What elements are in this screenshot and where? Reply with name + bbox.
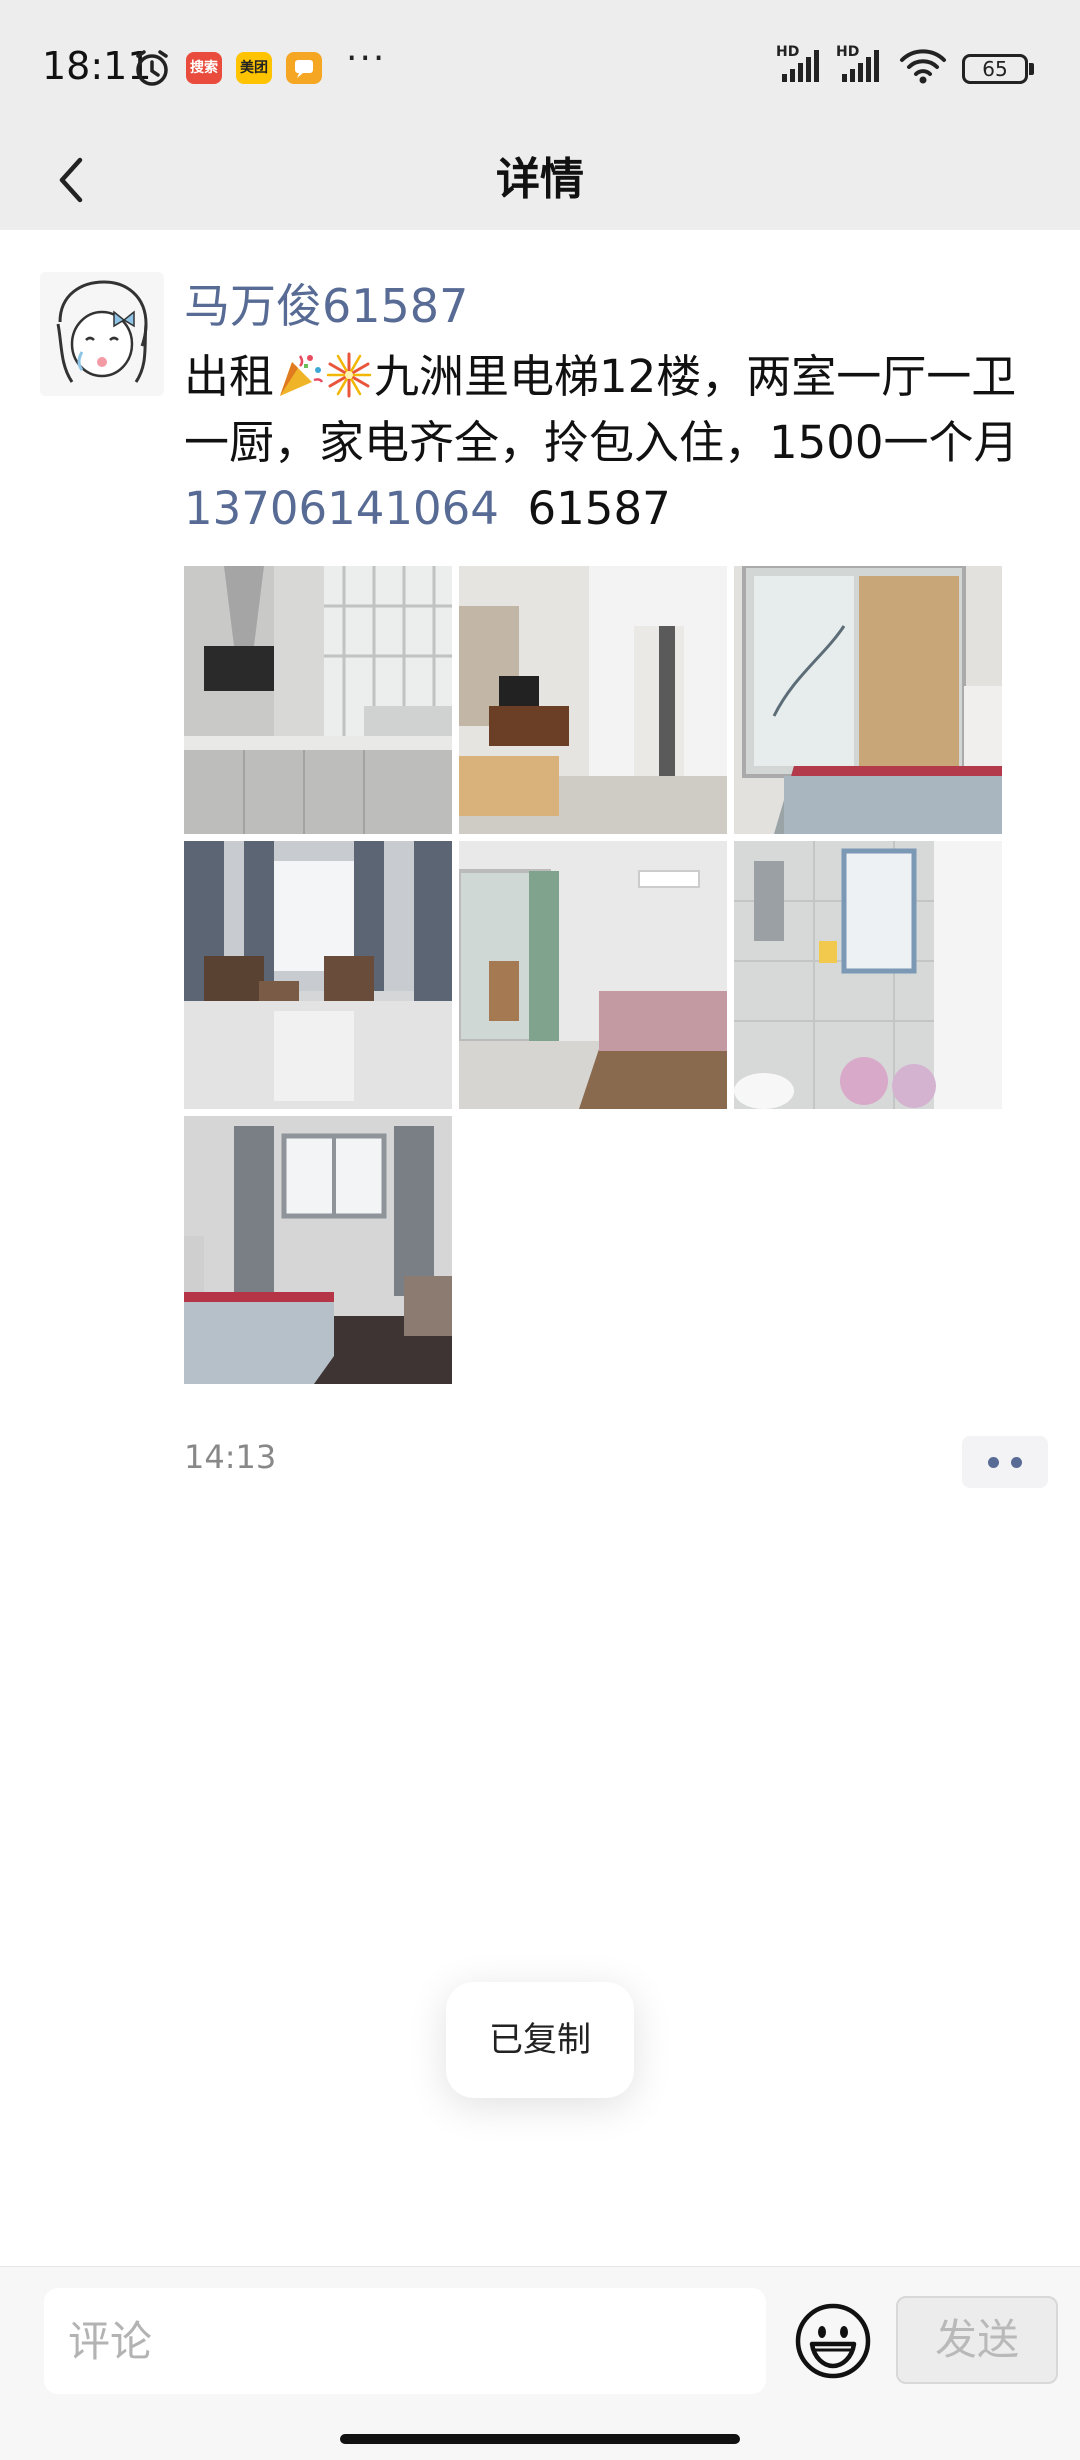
post-text: 出租 九洲里电梯12楼，两室一厅一卫一厨，家电齐全，拎包入住，1500一个月 1… — [184, 344, 1050, 542]
photo-kitchen[interactable] — [184, 566, 452, 834]
emoji-button[interactable] — [794, 2302, 872, 2380]
post-phone-link[interactable]: 13706141064 — [184, 482, 499, 535]
more-options-button[interactable] — [962, 1436, 1048, 1488]
avatar[interactable] — [40, 272, 164, 396]
photo-bedroom-balcony[interactable] — [459, 841, 727, 1109]
wifi-icon — [898, 46, 948, 90]
more-notifications-icon: ··· — [346, 38, 387, 79]
post-time: 14:13 — [184, 1438, 277, 1476]
photo-wardrobe-bed[interactable] — [734, 566, 1002, 834]
back-arrow-icon — [59, 157, 83, 203]
home-indicator[interactable] — [340, 2434, 740, 2444]
fireworks-icon — [324, 350, 374, 400]
party-popper-icon — [274, 350, 324, 400]
battery-tip — [1029, 63, 1034, 75]
signal-icon-2 — [840, 46, 888, 90]
photo-bedroom-window[interactable] — [184, 1116, 452, 1384]
photo-bathroom[interactable] — [734, 841, 1002, 1109]
post-author-name[interactable]: 马万俊61587 — [184, 270, 468, 336]
photo-bedroom-tv[interactable] — [459, 566, 727, 834]
post-code: 61587 — [527, 482, 671, 535]
copied-toast: 已复制 — [446, 1982, 634, 2098]
signal-icon-1 — [780, 46, 828, 90]
comment-input[interactable] — [44, 2288, 766, 2394]
send-button[interactable]: 发送 — [896, 2296, 1058, 2384]
back-button[interactable] — [30, 130, 110, 230]
alarm-icon — [132, 48, 172, 92]
more-dot-icon — [988, 1456, 999, 1468]
smiley-icon — [795, 2303, 871, 2379]
more-dot-icon — [1011, 1456, 1022, 1468]
status-bar: 18:11 搜索 美团 ··· HD HD 65 — [0, 0, 1080, 130]
photo-grid — [184, 566, 1008, 1384]
meituan-app-icon: 美团 — [236, 52, 272, 84]
page-title: 详情 — [496, 154, 584, 205]
message-app-icon — [286, 52, 322, 84]
search-app-icon: 搜索 — [186, 52, 222, 84]
status-right-group: HD HD 65 — [776, 44, 1050, 86]
post-text-part1: 出租 — [184, 350, 275, 403]
avatar-illustration-icon — [40, 272, 164, 396]
photo-living-room[interactable] — [184, 841, 452, 1109]
battery-icon: 65 — [962, 54, 1028, 84]
